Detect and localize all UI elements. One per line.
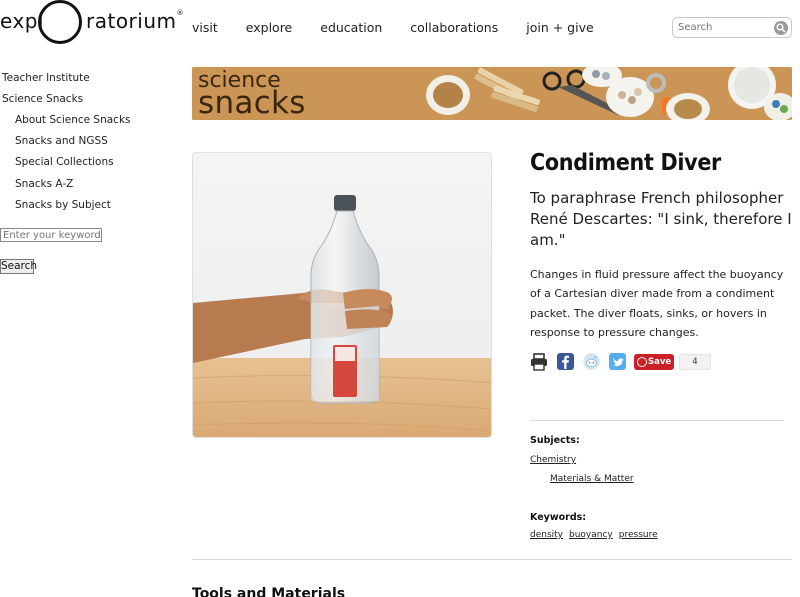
science-snacks-banner: science snacks — [192, 67, 792, 120]
reddit-icon[interactable] — [583, 353, 601, 371]
keyword-link-density[interactable]: density — [530, 530, 563, 540]
snack-photo — [192, 152, 492, 438]
header-search — [672, 17, 792, 38]
pinterest-count: 4 — [679, 354, 711, 370]
snack-description: Changes in fluid pressure affect the buo… — [530, 268, 784, 339]
sidebar-item-snacks-by-subject[interactable]: Snacks by Subject — [15, 199, 111, 211]
keyword-list: density buoyancy pressure — [530, 530, 664, 540]
keyword-search-input[interactable] — [0, 228, 102, 242]
divider — [530, 420, 784, 421]
subject-link-chemistry[interactable]: Chemistry — [530, 455, 576, 465]
search-icon[interactable] — [774, 21, 788, 35]
keyword-search-button[interactable]: Search — [0, 259, 37, 274]
pinterest-save-label: Save — [648, 357, 672, 367]
twitter-icon[interactable] — [609, 353, 627, 371]
print-icon[interactable] — [530, 353, 548, 371]
banner-title-line2: snacks — [198, 85, 306, 120]
page-title: Condiment Diver — [530, 150, 721, 176]
nav-visit[interactable]: visit — [192, 20, 218, 35]
sidebar-item-about-science-snacks[interactable]: About Science Snacks — [15, 114, 131, 126]
section-divider — [192, 559, 792, 560]
subject-link-materials-matter[interactable]: Materials & Matter — [550, 474, 634, 484]
sidebar-item-snacks-and-ngss[interactable]: Snacks and NGSS — [15, 135, 108, 147]
sidebar-item-snacks-a-z[interactable]: Snacks A-Z — [15, 178, 73, 190]
logo-text-end: ratorium® — [86, 9, 184, 33]
nav-collaborations[interactable]: collaborations — [410, 20, 498, 35]
sidebar-item-teacher-institute[interactable]: Teacher Institute — [2, 72, 90, 84]
exploratorium-logo[interactable]: expl ratorium® — [0, 0, 184, 46]
subjects-label: Subjects: — [530, 435, 580, 446]
pinterest-save-button[interactable]: Save — [634, 354, 674, 370]
logo-ring — [38, 0, 82, 44]
main-nav: visit explore education collaborations j… — [192, 20, 622, 35]
keyword-link-pressure[interactable]: pressure — [619, 530, 658, 540]
snack-subtitle: To paraphrase French philosopher René De… — [530, 189, 792, 249]
nav-education[interactable]: education — [320, 20, 382, 35]
keywords-label: Keywords: — [530, 512, 587, 523]
nav-explore[interactable]: explore — [246, 20, 292, 35]
nav-join-give[interactable]: join + give — [526, 20, 593, 35]
facebook-icon[interactable] — [557, 353, 575, 371]
sidebar-item-science-snacks[interactable]: Science Snacks — [2, 93, 83, 105]
sidebar-item-special-collections[interactable]: Special Collections — [15, 156, 114, 168]
keyword-link-buoyancy[interactable]: buoyancy — [569, 530, 613, 540]
pinterest-icon — [637, 357, 647, 367]
bottle-photo-image — [193, 153, 491, 437]
header-search-input[interactable] — [678, 20, 770, 35]
tools-materials-heading: Tools and Materials — [192, 586, 346, 597]
